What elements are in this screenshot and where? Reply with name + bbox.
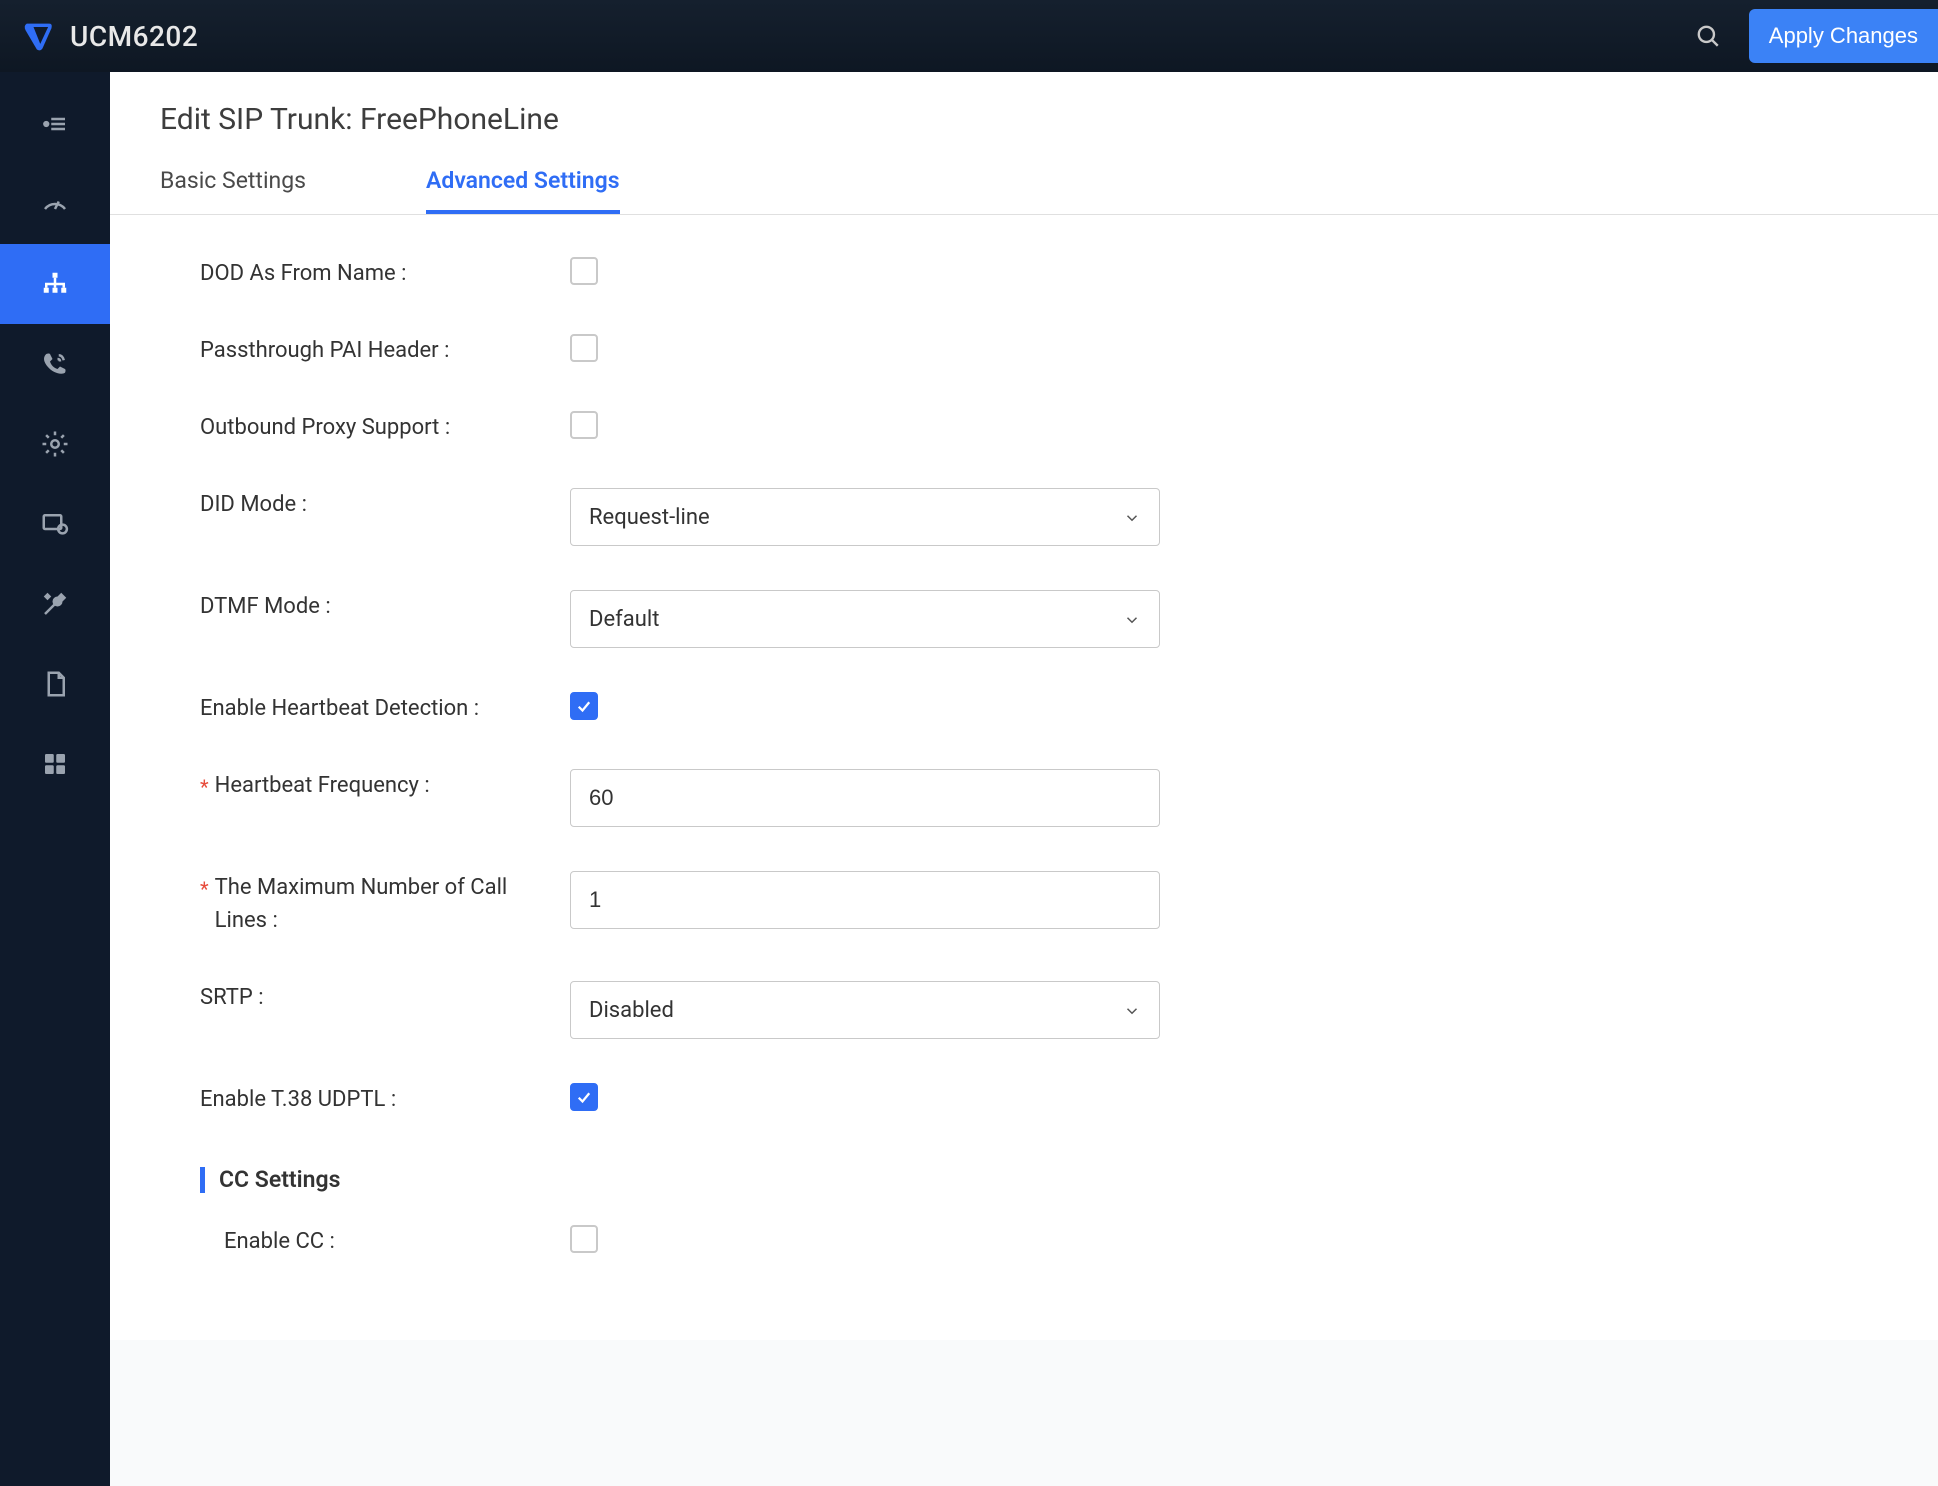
label-enable-heartbeat: Enable Heartbeat Detection <box>160 692 550 725</box>
tabs: Basic Settings Advanced Settings <box>110 167 1938 215</box>
sidebar <box>0 72 110 1486</box>
row-dod-as-from-name: DOD As From Name <box>160 235 1888 312</box>
topbar-right: Apply Changes <box>1695 9 1918 63</box>
advanced-settings-form: DOD As From Name Passthrough PAI Header … <box>110 215 1938 1340</box>
label-heartbeat-frequency: *Heartbeat Frequency <box>160 769 550 805</box>
input-heartbeat-frequency[interactable] <box>570 769 1160 827</box>
row-max-call-lines: *The Maximum Number of Call Lines <box>160 849 1888 959</box>
sidebar-item-cdr[interactable] <box>0 644 110 724</box>
sidebar-item-value-added[interactable] <box>0 724 110 804</box>
checkbox-passthrough-pai[interactable] <box>570 334 598 362</box>
row-did-mode: DID Mode Request-line <box>160 466 1888 568</box>
checkbox-outbound-proxy[interactable] <box>570 411 598 439</box>
brand-title: UCM6202 <box>70 20 198 53</box>
tab-basic-settings[interactable]: Basic Settings <box>160 167 306 214</box>
input-max-call-lines[interactable] <box>570 871 1160 929</box>
checkbox-dod-as-from-name[interactable] <box>570 257 598 285</box>
row-passthrough-pai: Passthrough PAI Header <box>160 312 1888 389</box>
chevron-down-icon <box>1123 508 1141 526</box>
label-passthrough-pai: Passthrough PAI Header <box>160 334 550 367</box>
row-srtp: SRTP Disabled <box>160 959 1888 1061</box>
label-srtp: SRTP <box>160 981 550 1014</box>
label-enable-cc: Enable CC <box>160 1225 550 1258</box>
label-dtmf-mode: DTMF Mode <box>160 590 550 623</box>
checkbox-enable-t38[interactable] <box>570 1083 598 1111</box>
select-dtmf-mode[interactable]: Default <box>570 590 1160 648</box>
checkbox-enable-heartbeat[interactable] <box>570 692 598 720</box>
sidebar-item-extension-trunk[interactable] <box>0 244 110 324</box>
row-enable-t38: Enable T.38 UDPTL <box>160 1061 1888 1138</box>
row-dtmf-mode: DTMF Mode Default <box>160 568 1888 670</box>
select-srtp-value: Disabled <box>589 998 674 1023</box>
select-did-mode-value: Request-line <box>589 505 710 530</box>
sidebar-item-system-settings[interactable] <box>0 484 110 564</box>
tab-advanced-settings[interactable]: Advanced Settings <box>426 167 620 214</box>
label-outbound-proxy: Outbound Proxy Support <box>160 411 550 444</box>
sidebar-item-maintenance[interactable] <box>0 564 110 644</box>
label-dod-as-from-name: DOD As From Name <box>160 257 550 290</box>
select-srtp[interactable]: Disabled <box>570 981 1160 1039</box>
page-title: Edit SIP Trunk: FreePhoneLine <box>160 102 1888 137</box>
select-dtmf-mode-value: Default <box>589 607 659 632</box>
topbar-left: UCM6202 <box>20 18 198 54</box>
row-enable-heartbeat: Enable Heartbeat Detection <box>160 670 1888 747</box>
row-enable-cc: Enable CC <box>160 1203 1888 1280</box>
label-did-mode: DID Mode <box>160 488 550 521</box>
section-heading-cc-settings: CC Settings <box>200 1166 1888 1193</box>
chevron-down-icon <box>1123 610 1141 628</box>
brand-logo-icon <box>20 18 56 54</box>
row-outbound-proxy: Outbound Proxy Support <box>160 389 1888 466</box>
topbar: UCM6202 Apply Changes <box>0 0 1938 72</box>
page-header: Edit SIP Trunk: FreePhoneLine <box>110 72 1938 167</box>
label-enable-t38: Enable T.38 UDPTL <box>160 1083 550 1116</box>
row-heartbeat-frequency: *Heartbeat Frequency <box>160 747 1888 849</box>
sidebar-item-pbx-settings[interactable] <box>0 404 110 484</box>
label-max-call-lines: *The Maximum Number of Call Lines <box>160 871 550 937</box>
select-did-mode[interactable]: Request-line <box>570 488 1160 546</box>
sidebar-item-dashboard[interactable] <box>0 164 110 244</box>
main-content: Edit SIP Trunk: FreePhoneLine Basic Sett… <box>110 72 1938 1486</box>
sidebar-item-call-features[interactable] <box>0 324 110 404</box>
checkbox-enable-cc[interactable] <box>570 1225 598 1253</box>
sidebar-item-status[interactable] <box>0 84 110 164</box>
search-icon[interactable] <box>1695 23 1721 49</box>
chevron-down-icon <box>1123 1001 1141 1019</box>
apply-changes-button[interactable]: Apply Changes <box>1749 9 1938 63</box>
